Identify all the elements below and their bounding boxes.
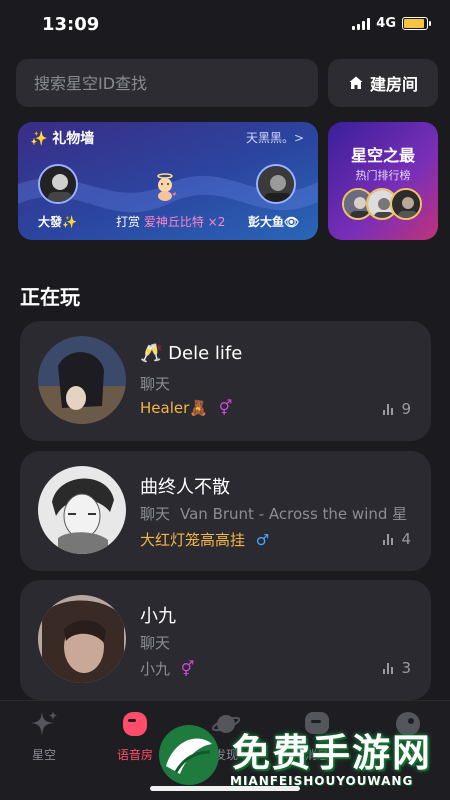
listener-count: 3 <box>383 659 411 677</box>
host-name: 大红灯笼高高挂 <box>140 531 246 549</box>
status-time: 13:09 <box>42 14 100 35</box>
watermark-logo <box>159 725 219 785</box>
rank-avatar <box>390 188 422 220</box>
receiver-name: 彭大鱼👁 <box>248 215 300 229</box>
gift-wall-title: ✨ 礼物墙 <box>30 131 95 147</box>
home-icon <box>349 76 363 89</box>
room-name: 🥂 Dele life <box>140 343 243 364</box>
room-category: 聊天 <box>140 632 170 653</box>
room-category: 聊天 <box>140 373 170 394</box>
room-card[interactable]: 小九 聊天 小九 ⚥ 3 <box>20 580 431 700</box>
room-host: 小九 ⚥ <box>140 658 194 679</box>
gift-action-verb: 打赏 <box>116 215 141 229</box>
room-category-label: 聊天 <box>140 375 171 393</box>
gift-wall-card[interactable]: ✨ 礼物墙 天黑黑。> 大發✨ 打赏 爱神丘比特 ×2 彭大鱼👁 <box>18 122 318 240</box>
count-value: 3 <box>401 659 411 677</box>
sender-name: 大發✨ <box>38 215 77 229</box>
room-category-label: 聊天 <box>140 634 171 652</box>
gender-icon: ⚥ <box>218 399 233 417</box>
room-host: 大红灯笼高高挂 ♂ <box>140 529 269 550</box>
receiver-avatar <box>256 164 296 204</box>
gender-icon: ♂ <box>255 531 270 549</box>
listener-count: 4 <box>383 530 411 548</box>
audio-bars-icon <box>383 404 394 415</box>
room-avatar <box>38 595 126 683</box>
gender-icon: ⚥ <box>180 660 195 678</box>
room-category-label: 聊天 <box>140 505 171 523</box>
status-bar: 13:09 4G <box>0 0 450 50</box>
tab-xingkong[interactable]: 星空 <box>14 709 74 763</box>
room-avatar <box>38 336 126 424</box>
network-type: 4G <box>376 16 396 31</box>
build-room-button[interactable]: 建房间 <box>328 59 438 107</box>
count-value: 4 <box>401 530 411 548</box>
host-name: Healer🧸 <box>140 399 208 417</box>
ranking-title: 星空之最 <box>350 146 415 165</box>
host-name: 小九 <box>140 660 171 678</box>
battery-icon <box>402 17 431 30</box>
tab-label: 星空 <box>31 748 56 762</box>
search-bar[interactable] <box>16 59 318 107</box>
room-name: 小九 <box>140 606 176 627</box>
build-room-label: 建房间 <box>369 75 418 94</box>
room-name: 曲终人不散 <box>140 477 230 498</box>
watermark-text: 免费手游网 <box>232 731 433 775</box>
sender-avatar <box>38 164 78 204</box>
room-category: 聊天 Van Brunt - Across the wind 星 <box>140 503 407 524</box>
cupid-gift-icon <box>157 173 176 201</box>
sparkle-icon <box>31 711 57 736</box>
ranking-subtitle: 热门排行榜 <box>355 169 411 182</box>
gift-name: 爱神丘比特 ×2 <box>143 215 226 229</box>
ranking-card[interactable]: 星空之最 热门排行榜 <box>328 122 438 240</box>
status-icons: 4G <box>352 16 431 31</box>
gift-action: 打赏 爱神丘比特 ×2 <box>116 213 225 230</box>
search-input[interactable] <box>34 73 318 93</box>
room-host: Healer🧸 ⚥ <box>140 399 232 417</box>
gift-wall-marquee: 天黑黑。> <box>245 131 304 145</box>
now-playing-marquee: Van Brunt - Across the wind 星 <box>180 505 408 523</box>
room-card[interactable]: 🥂 Dele life 聊天 Healer🧸 ⚥ 9 <box>20 321 431 441</box>
room-card[interactable]: 曲终人不散 聊天 Van Brunt - Across the wind 星 大红… <box>20 451 431 571</box>
voice-room-icon <box>123 712 147 736</box>
count-value: 9 <box>401 400 411 418</box>
audio-bars-icon <box>383 663 394 674</box>
room-avatar <box>38 466 126 554</box>
audio-bars-icon <box>383 534 394 545</box>
section-title: 正在玩 <box>20 285 80 309</box>
listener-count: 9 <box>383 400 411 418</box>
home-indicator[interactable] <box>150 786 300 791</box>
signal-icon <box>352 17 371 30</box>
